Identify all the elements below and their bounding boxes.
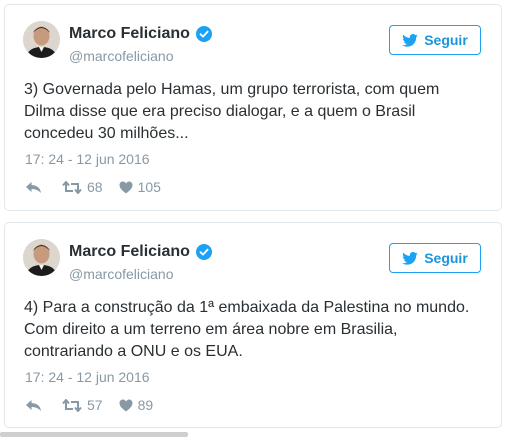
avatar[interactable] (23, 21, 60, 58)
tweet-text: 3) Governada pelo Hamas, um grupo terror… (24, 81, 440, 142)
horizontal-scrollbar[interactable] (0, 432, 188, 437)
tweet-card: Marco Feliciano @marcofeliciano Seguir 3… (4, 4, 502, 211)
author-name[interactable]: Marco Feliciano (69, 243, 190, 261)
follow-button[interactable]: Seguir (389, 243, 481, 273)
like-icon (119, 399, 133, 411)
follow-label: Seguir (424, 250, 468, 266)
like-button[interactable]: 105 (119, 179, 161, 195)
reply-button[interactable] (25, 181, 42, 194)
like-count: 89 (137, 397, 154, 413)
reply-icon (26, 399, 41, 411)
reply-icon (26, 181, 41, 193)
author-handle[interactable]: @marcofeliciano (69, 266, 173, 282)
like-button[interactable]: 89 (119, 397, 154, 413)
retweet-count: 57 (87, 397, 103, 413)
tweet-timestamp[interactable]: 17: 24 - 12 jun 2016 (25, 369, 150, 385)
retweet-button[interactable]: 57 (62, 397, 103, 413)
retweet-button[interactable]: 68 (62, 179, 103, 195)
avatar[interactable] (23, 239, 60, 276)
twitter-bird-icon (402, 33, 419, 47)
follow-button[interactable]: Seguir (389, 25, 481, 55)
verified-icon (195, 244, 212, 260)
reply-button[interactable] (25, 399, 42, 412)
tweet-timestamp[interactable]: 17: 24 - 12 jun 2016 (25, 151, 150, 167)
retweet-count: 68 (87, 179, 103, 195)
author-handle[interactable]: @marcofeliciano (69, 48, 173, 64)
author-name[interactable]: Marco Feliciano (69, 25, 190, 43)
retweet-icon (62, 180, 82, 194)
tweet-actions: 68 105 (25, 179, 161, 195)
like-count: 105 (137, 179, 161, 195)
verified-icon (195, 26, 212, 42)
like-icon (119, 181, 133, 193)
tweet-actions: 57 89 (25, 397, 153, 413)
twitter-bird-icon (402, 251, 419, 265)
retweet-icon (62, 398, 82, 412)
tweet-text: 4) Para a construção da 1ª embaixada da … (24, 299, 470, 360)
follow-label: Seguir (424, 32, 468, 48)
tweet-card: Marco Feliciano @marcofeliciano Seguir 4… (4, 222, 502, 428)
